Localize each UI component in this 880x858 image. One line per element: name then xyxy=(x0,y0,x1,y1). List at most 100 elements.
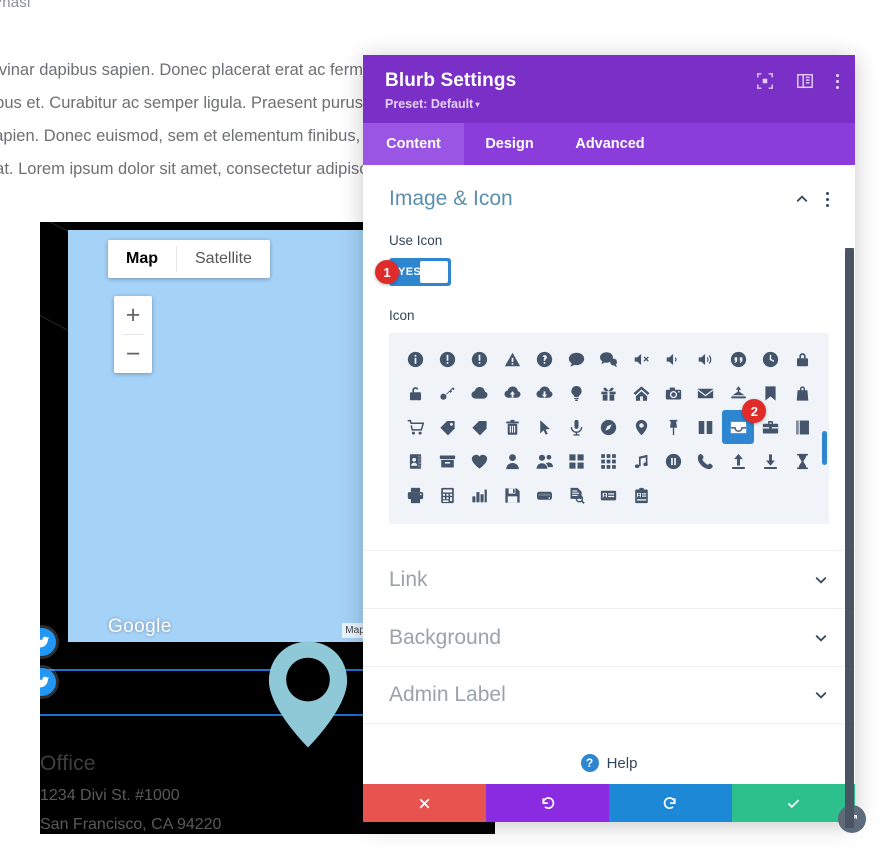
shopping-cart-icon[interactable] xyxy=(399,410,431,444)
chevron-down-icon[interactable] xyxy=(813,572,829,588)
section-more-vertical-icon[interactable] xyxy=(826,191,829,207)
lock-open-icon[interactable] xyxy=(399,376,431,410)
upload-icon[interactable] xyxy=(722,444,754,478)
key-icon[interactable] xyxy=(431,376,463,410)
cloud-icon[interactable] xyxy=(464,376,496,410)
gift-icon[interactable] xyxy=(593,376,625,410)
tab-content[interactable]: Content xyxy=(363,123,464,165)
chevron-up-icon[interactable] xyxy=(794,191,810,207)
chart-bar-icon[interactable] xyxy=(464,478,496,512)
home-icon[interactable] xyxy=(625,376,657,410)
trash-icon[interactable] xyxy=(496,410,528,444)
caret-down-icon: ▾ xyxy=(473,100,480,109)
modal-tabs: Content Design Advanced xyxy=(363,123,855,165)
map-type-satellite[interactable]: Satellite xyxy=(177,240,270,278)
accordion-admin-label[interactable]: Admin Label xyxy=(363,666,855,724)
icon-picker: 2 xyxy=(389,333,829,524)
page-scrollbar[interactable] xyxy=(845,248,854,828)
book-icon[interactable] xyxy=(787,410,819,444)
cancel-button[interactable] xyxy=(363,784,486,822)
twitter-icon[interactable] xyxy=(40,668,56,696)
address-book-icon[interactable] xyxy=(399,444,431,478)
hourglass-icon[interactable] xyxy=(787,444,819,478)
chevron-down-icon[interactable] xyxy=(813,687,829,703)
id-badge-icon[interactable] xyxy=(625,478,657,512)
toggle-value-label: YES xyxy=(398,266,422,278)
section-title: Image & Icon xyxy=(389,187,513,210)
accordion-background[interactable]: Background xyxy=(363,608,855,666)
grid-four-icon[interactable] xyxy=(561,444,593,478)
archive-box-icon[interactable] xyxy=(431,444,463,478)
lightbulb-icon[interactable] xyxy=(561,376,593,410)
focus-frame-icon[interactable] xyxy=(756,72,774,90)
more-vertical-icon[interactable] xyxy=(836,73,839,89)
hard-drive-icon[interactable] xyxy=(528,478,560,512)
chevron-down-icon[interactable] xyxy=(813,630,829,646)
volume-high-icon[interactable] xyxy=(690,342,722,376)
grid-nine-icon[interactable] xyxy=(593,444,625,478)
lock-closed-icon[interactable] xyxy=(787,342,819,376)
google-logo: Google xyxy=(108,616,172,637)
exclamation-circle-2-icon[interactable] xyxy=(464,342,496,376)
redo-button[interactable] xyxy=(609,784,732,822)
map-marker-icon[interactable] xyxy=(625,410,657,444)
user-icon[interactable] xyxy=(496,444,528,478)
map-type-control[interactable]: Map Satellite xyxy=(108,240,270,278)
icon-grid[interactable]: 2 xyxy=(389,333,829,524)
office-info: Office 1234 Divi St. #1000 San Francisco… xyxy=(40,752,221,834)
users-icon[interactable] xyxy=(528,444,560,478)
help-link[interactable]: ? Help xyxy=(363,724,855,772)
save-button[interactable] xyxy=(732,784,855,822)
book-open-icon[interactable] xyxy=(690,410,722,444)
music-note-icon[interactable] xyxy=(625,444,657,478)
tag-icon[interactable] xyxy=(431,410,463,444)
map-zoom-control[interactable]: + − xyxy=(114,296,152,373)
clock-icon[interactable] xyxy=(754,342,786,376)
compass-icon[interactable] xyxy=(593,410,625,444)
map-type-map[interactable]: Map xyxy=(108,240,176,278)
microphone-icon[interactable] xyxy=(561,410,593,444)
volume-mute-icon[interactable] xyxy=(625,342,657,376)
document-search-icon[interactable] xyxy=(561,478,593,512)
zoom-in-button[interactable]: + xyxy=(114,296,152,334)
question-circle-icon[interactable] xyxy=(528,342,560,376)
comment-icon[interactable] xyxy=(561,342,593,376)
cloud-download-icon[interactable] xyxy=(528,376,560,410)
printer-icon[interactable] xyxy=(399,478,431,512)
undo-button[interactable] xyxy=(486,784,609,822)
google-map[interactable]: Map Satellite + − Google Map data xyxy=(68,230,390,642)
twitter-icon[interactable] xyxy=(40,628,56,656)
volume-low-icon[interactable] xyxy=(657,342,689,376)
icon-field-label: Icon xyxy=(389,308,415,323)
tag-alt-icon[interactable] xyxy=(464,410,496,444)
layout-columns-icon[interactable] xyxy=(796,72,814,90)
pause-circle-icon[interactable] xyxy=(657,444,689,478)
download-icon[interactable] xyxy=(754,444,786,478)
use-icon-label: Use Icon xyxy=(389,233,443,248)
bag-icon[interactable] xyxy=(787,376,819,410)
accordion-link[interactable]: Link xyxy=(363,550,855,608)
accordion-label: Link xyxy=(389,567,428,591)
warning-triangle-icon[interactable] xyxy=(496,342,528,376)
floppy-disk-icon[interactable] xyxy=(496,478,528,512)
calculator-icon[interactable] xyxy=(431,478,463,512)
cursor-arrow-icon[interactable] xyxy=(528,410,560,444)
heart-icon[interactable] xyxy=(464,444,496,478)
exclamation-circle-1-icon[interactable] xyxy=(431,342,463,376)
icon-grid-scrollbar[interactable] xyxy=(822,431,827,465)
cloud-upload-icon[interactable] xyxy=(496,376,528,410)
camera-icon[interactable] xyxy=(657,376,689,410)
pushpin-icon[interactable] xyxy=(657,410,689,444)
comments-icon[interactable] xyxy=(593,342,625,376)
tab-advanced[interactable]: Advanced xyxy=(555,123,665,165)
preset-selector[interactable]: Preset: Default ▾ xyxy=(385,97,833,111)
zoom-out-button[interactable]: − xyxy=(114,335,152,373)
inbox-icon[interactable]: 2 xyxy=(722,399,767,444)
envelope-icon[interactable] xyxy=(690,376,722,410)
quote-circle-icon[interactable] xyxy=(722,342,754,376)
help-label: Help xyxy=(606,754,638,772)
id-card-icon[interactable] xyxy=(593,478,625,512)
phone-icon[interactable] xyxy=(690,444,722,478)
tab-design[interactable]: Design xyxy=(464,123,555,165)
info-circle-icon[interactable] xyxy=(399,342,431,376)
